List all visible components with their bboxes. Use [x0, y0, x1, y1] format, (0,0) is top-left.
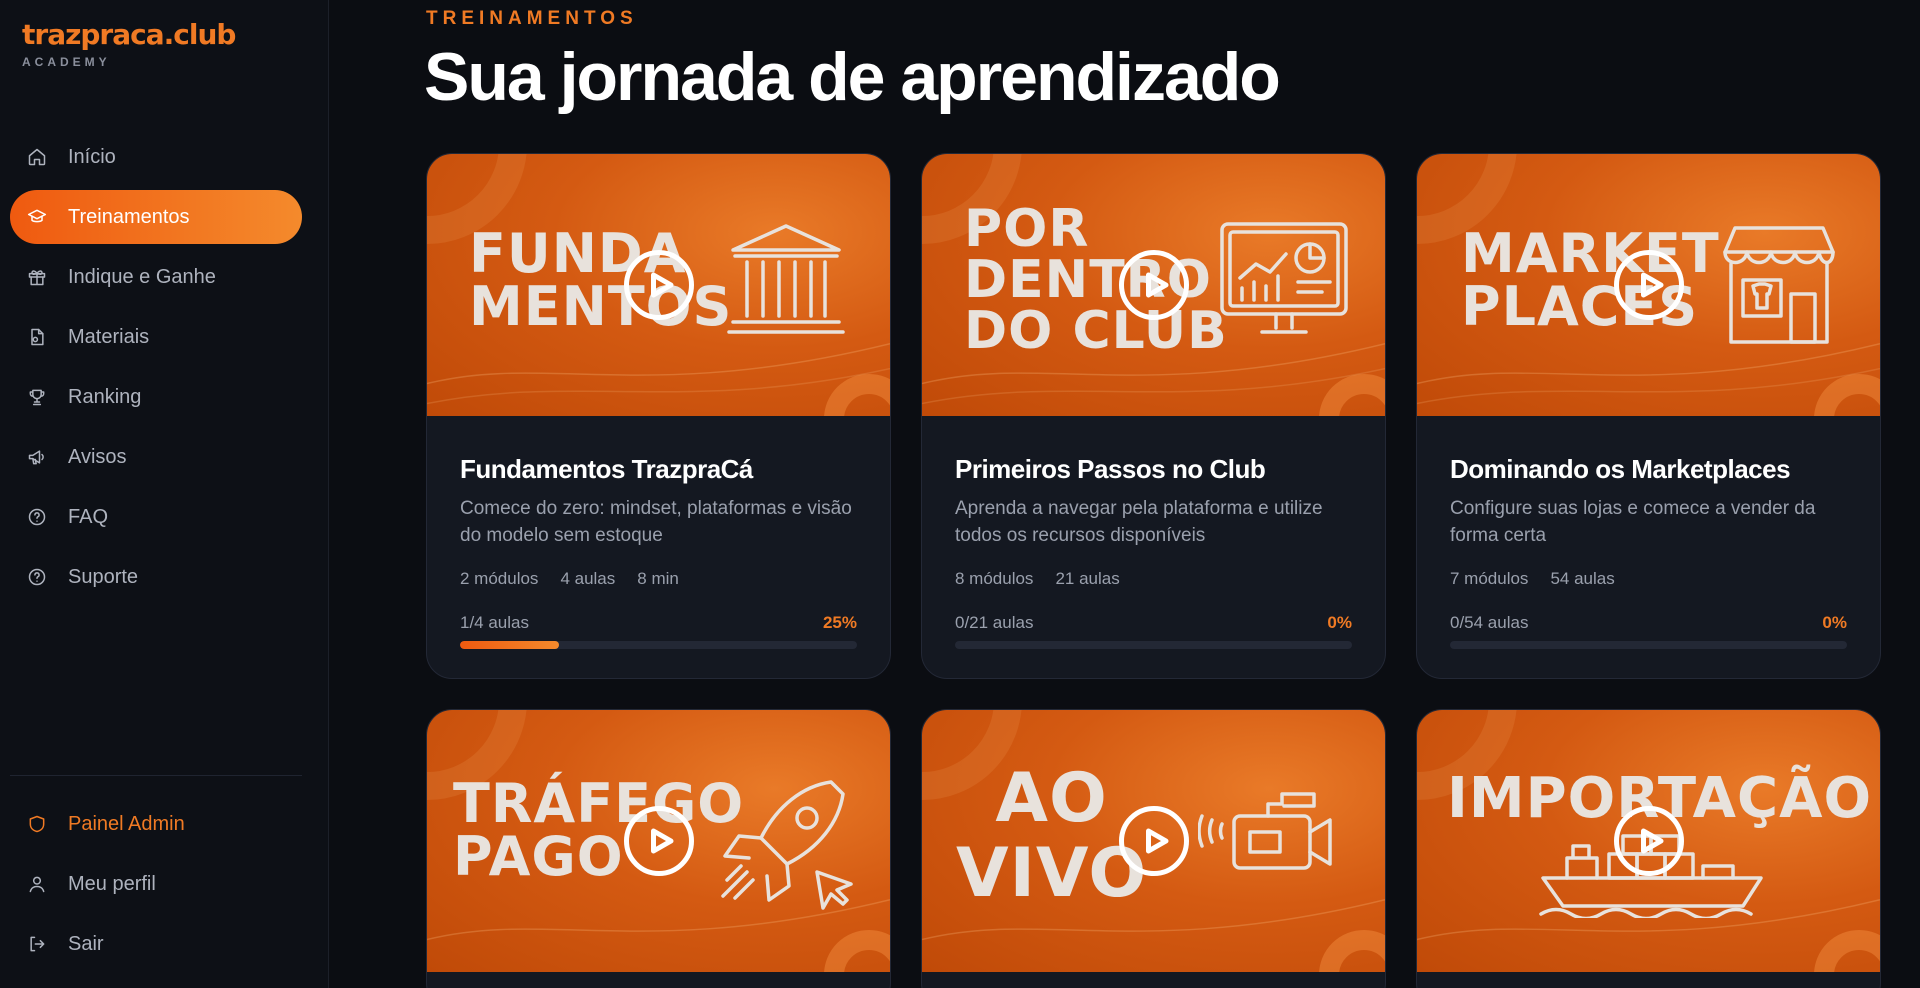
nav-item-indique[interactable]: Indique e Ganhe	[10, 250, 302, 304]
nav-item-inicio[interactable]: Início	[10, 130, 302, 184]
nav-item-label: Materiais	[68, 325, 150, 348]
shield-icon	[26, 813, 48, 835]
progress-percent: 0%	[1327, 613, 1352, 632]
trophy-icon	[26, 386, 48, 408]
nav-item-avisos[interactable]: Avisos	[10, 430, 302, 484]
brand-logo[interactable]: trazpraca.club ACADEMY	[22, 18, 236, 69]
progress-label: 0/54 aulas	[1450, 613, 1529, 632]
nav-item-treinamentos[interactable]: Treinamentos	[10, 190, 302, 244]
play-icon[interactable]	[1613, 806, 1684, 876]
thumb-title: TRÁFEGO PAGO	[453, 772, 745, 888]
nav-item-label: Sair	[68, 932, 104, 955]
play-icon[interactable]	[1613, 250, 1684, 320]
progress-row: 0/54 aulas 0%	[1450, 613, 1847, 633]
course-title: Fundamentos TrazpraCá	[460, 454, 753, 484]
course-description: Comece do zero: mindset, plataformas e v…	[460, 498, 852, 546]
course-card[interactable]: TRÁFEGO PAGO	[426, 709, 891, 988]
lesson-count: 4 aulas	[560, 569, 616, 588]
nav-item-admin[interactable]: Painel Admin	[10, 797, 302, 851]
nav-item-label: Início	[68, 145, 116, 168]
file-icon	[26, 326, 48, 348]
nav-item-faq[interactable]: FAQ	[10, 490, 302, 544]
video-camera-icon	[1197, 780, 1338, 895]
storefront-icon	[1717, 224, 1841, 353]
course-card[interactable]: POR DENTRO DO CLUB Primeiros Passos no Clu…	[921, 153, 1386, 679]
page-title: Sua jornada de aprendizado	[424, 39, 1281, 115]
nav-item-label: Suporte	[68, 565, 139, 588]
progress-row: 1/4 aulas 25%	[460, 613, 857, 633]
help-circle-icon	[26, 506, 48, 528]
progress-row: 0/21 aulas 0%	[955, 613, 1352, 633]
course-description: Configure suas lojas e comece a vender d…	[1450, 498, 1816, 546]
home-icon	[26, 146, 48, 168]
module-count: 2 módulos	[460, 569, 539, 588]
rocket-icon	[713, 776, 853, 921]
account-nav: Painel Admin Meu perfil Sair	[10, 797, 302, 977]
megaphone-icon	[26, 446, 48, 468]
course-title: Dominando os Marketplaces	[1450, 454, 1791, 484]
lesson-count: 21 aulas	[1055, 569, 1120, 588]
lesson-count: 54 aulas	[1550, 569, 1615, 588]
nav-item-label: Treinamentos	[68, 205, 190, 228]
nav-item-sair[interactable]: Sair	[10, 917, 302, 971]
progress-fill	[460, 641, 560, 649]
progress-bar	[955, 641, 1352, 649]
course-card[interactable]: MARKET PLACES Dominando os Marketplaces C…	[1416, 153, 1881, 679]
play-icon[interactable]	[1118, 250, 1189, 320]
course-card[interactable]: AO VIVO	[921, 709, 1386, 988]
course-thumbnail: TRÁFEGO PAGO	[427, 710, 890, 972]
nav-item-label: Indique e Ganhe	[68, 265, 216, 288]
progress-bar	[460, 641, 857, 649]
graduation-cap-icon	[26, 206, 48, 228]
play-icon[interactable]	[623, 806, 694, 876]
course-thumbnail: AO VIVO	[922, 710, 1385, 972]
play-icon[interactable]	[623, 250, 694, 320]
course-card[interactable]: IMPORTAÇÃO	[1416, 709, 1881, 988]
nav-item-label: FAQ	[68, 505, 109, 528]
course-grid: FUNDA MENTOS Fundamentos TrazpraCá Comece…	[426, 153, 1881, 988]
course-thumbnail: MARKET PLACES	[1417, 154, 1880, 416]
logo-tagline: ACADEMY	[22, 55, 111, 69]
course-thumbnail: IMPORTAÇÃO	[1417, 710, 1880, 972]
nav-item-perfil[interactable]: Meu perfil	[10, 857, 302, 911]
course-meta: 8 módulos 21 aulas	[955, 569, 1352, 589]
course-duration: 8 min	[637, 569, 679, 588]
course-meta: 2 módulos 4 aulas 8 min	[460, 569, 857, 589]
course-thumbnail: FUNDA MENTOS	[427, 154, 890, 416]
monitor-chart-icon	[1218, 220, 1350, 349]
nav-item-label: Avisos	[68, 445, 127, 468]
section-eyebrow: TREINAMENTOS	[426, 8, 638, 29]
nav-item-materiais[interactable]: Materiais	[10, 310, 302, 364]
module-count: 7 módulos	[1450, 569, 1529, 588]
progress-bar	[1450, 641, 1847, 649]
user-icon	[26, 873, 48, 895]
progress-percent: 0%	[1822, 613, 1847, 632]
progress-percent: 25%	[822, 613, 857, 632]
progress-label: 1/4 aulas	[460, 613, 529, 632]
main-nav: Início Treinamentos Indique e Ganhe Mate…	[10, 130, 302, 610]
nav-item-label: Meu perfil	[68, 872, 156, 895]
module-count: 8 módulos	[955, 569, 1034, 588]
help-circle-icon	[26, 566, 48, 588]
sidebar: trazpraca.club ACADEMY Início Treinament…	[0, 0, 329, 988]
play-icon[interactable]	[1118, 806, 1189, 876]
sidebar-divider	[10, 775, 302, 776]
course-card[interactable]: FUNDA MENTOS Fundamentos TrazpraCá Comece…	[426, 153, 891, 679]
nav-item-ranking[interactable]: Ranking	[10, 370, 302, 424]
logo-text: trazpraca.club	[22, 18, 236, 51]
gift-icon	[26, 266, 48, 288]
building-icon	[725, 220, 847, 347]
course-meta: 7 módulos 54 aulas	[1450, 569, 1847, 589]
nav-item-label: Painel Admin	[68, 812, 185, 835]
course-description: Aprenda a navegar pela plataforma e util…	[955, 498, 1323, 546]
nav-item-label: Ranking	[68, 385, 142, 408]
logout-icon	[26, 933, 48, 955]
course-title: Primeiros Passos no Club	[955, 454, 1266, 484]
nav-item-suporte[interactable]: Suporte	[10, 550, 302, 604]
course-thumbnail: POR DENTRO DO CLUB	[922, 154, 1385, 416]
progress-label: 0/21 aulas	[955, 613, 1034, 632]
